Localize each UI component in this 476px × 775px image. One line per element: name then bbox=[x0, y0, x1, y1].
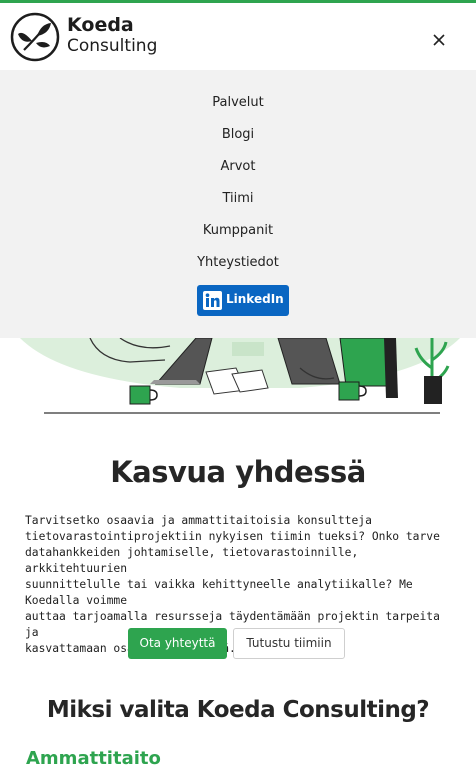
hero-title: Kasvua yhdessä bbox=[110, 455, 366, 489]
menu-item-blogi[interactable]: Blogi bbox=[0, 127, 476, 142]
brand-name-line1: Koeda bbox=[67, 14, 134, 36]
mobile-nav-menu: Palvelut Blogi Arvot Tiimi Kumppanit Yht… bbox=[0, 70, 476, 338]
brand-name-line2: Consulting bbox=[67, 36, 158, 56]
koeda-logo-icon[interactable] bbox=[10, 12, 60, 62]
menu-item-yhteystiedot[interactable]: Yhteystiedot bbox=[0, 255, 476, 270]
meet-team-button[interactable]: Tutustu tiimiin bbox=[233, 628, 345, 659]
why-item-title: Ammattitaito bbox=[26, 748, 161, 769]
close-icon[interactable] bbox=[429, 30, 449, 50]
linkedin-icon bbox=[203, 291, 222, 310]
menu-item-kumppanit[interactable]: Kumppanit bbox=[0, 223, 476, 238]
team-illustration bbox=[20, 338, 460, 414]
contact-button[interactable]: Ota yhteyttä bbox=[128, 628, 227, 659]
site-header: Koeda Consulting bbox=[0, 3, 476, 70]
linkedin-label: LinkedIn bbox=[226, 292, 284, 306]
menu-item-palvelut[interactable]: Palvelut bbox=[0, 95, 476, 110]
brand-name[interactable]: Koeda Consulting bbox=[67, 16, 157, 55]
menu-item-arvot[interactable]: Arvot bbox=[0, 159, 476, 174]
linkedin-button[interactable]: LinkedIn bbox=[197, 285, 289, 316]
why-section-title: Miksi valita Koeda Consulting? bbox=[46, 697, 430, 723]
menu-item-tiimi[interactable]: Tiimi bbox=[0, 191, 476, 206]
